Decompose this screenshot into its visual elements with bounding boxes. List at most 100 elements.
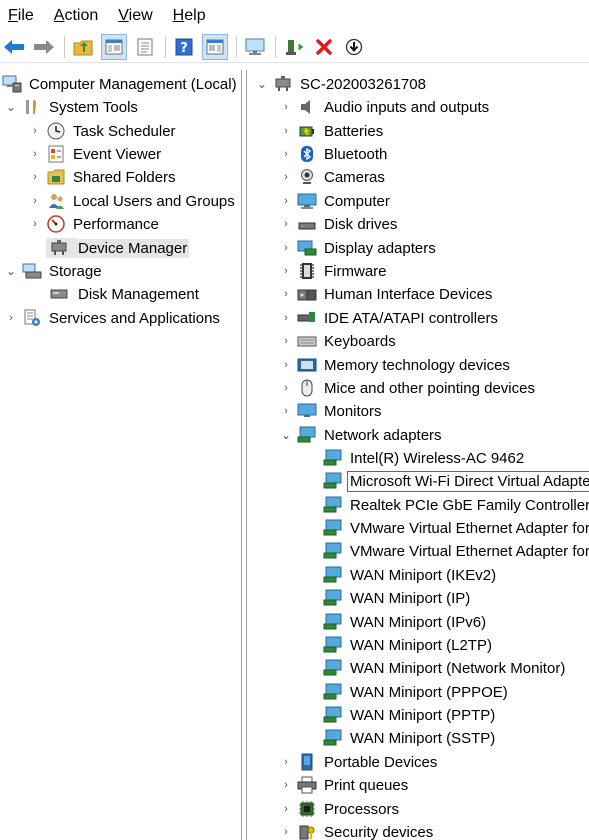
- tree-item-services-applications[interactable]: › Services and Applications: [4, 307, 222, 329]
- tree-item-category[interactable]: › IDE ATA/ATAPI controllers: [279, 307, 500, 329]
- tree-item-disk-management[interactable]: Disk Management: [46, 283, 201, 305]
- tree-item-adapter[interactable]: VMware Virtual Ethernet Adapter for VMne…: [323, 540, 589, 562]
- toolbar: ?: [0, 32, 589, 63]
- menu-file[interactable]: File: [8, 7, 34, 25]
- scan-hardware-icon[interactable]: [243, 35, 267, 59]
- tree-item-category[interactable]: › Processors: [279, 798, 401, 820]
- chevron-down-icon[interactable]: ⌄: [4, 264, 18, 278]
- chevron-down-icon[interactable]: ⌄: [279, 428, 293, 442]
- chevron-right-icon[interactable]: ›: [279, 803, 293, 815]
- tree-item-adapter[interactable]: WAN Miniport (L2TP): [323, 634, 494, 656]
- tree-item-adapter[interactable]: WAN Miniport (IKEv2): [323, 564, 498, 586]
- up-folder-icon[interactable]: [71, 35, 95, 59]
- chevron-down-icon[interactable]: ⌄: [4, 100, 18, 114]
- chevron-right-icon[interactable]: ›: [28, 125, 42, 137]
- tree-label: SC-202003261708: [300, 75, 426, 93]
- tree-item-adapter-selected[interactable]: Microsoft Wi-Fi Direct Virtual Adapter: [323, 470, 589, 492]
- update-driver-icon[interactable]: [282, 35, 306, 59]
- tree-item-performance[interactable]: › Performance: [28, 213, 161, 235]
- camera-icon: [297, 167, 317, 187]
- tree-item-category[interactable]: › Bluetooth: [279, 143, 389, 165]
- tree-item-adapter[interactable]: WAN Miniport (SSTP): [323, 727, 497, 749]
- properties-icon[interactable]: [133, 35, 157, 59]
- tree-item-shared-folders[interactable]: › Shared Folders: [28, 166, 178, 188]
- tree-item-category[interactable]: › Display adapters: [279, 237, 438, 259]
- tree-item-device-manager[interactable]: Device Manager: [46, 237, 190, 259]
- show-hide-tree-icon[interactable]: [101, 34, 127, 60]
- menu-action[interactable]: Action: [54, 7, 98, 25]
- tree-item-adapter[interactable]: WAN Miniport (PPPOE): [323, 681, 510, 703]
- forward-arrow-icon[interactable]: [32, 35, 56, 59]
- chevron-right-icon[interactable]: ›: [28, 171, 42, 183]
- chevron-right-icon[interactable]: ›: [279, 242, 293, 254]
- tree-item-category[interactable]: › Human Interface Devices: [279, 283, 494, 305]
- tree-item-task-scheduler[interactable]: › Task Scheduler: [28, 120, 178, 142]
- chevron-right-icon[interactable]: ›: [279, 335, 293, 347]
- network-adapter-icon: [323, 728, 343, 748]
- menu-view[interactable]: View: [118, 7, 152, 25]
- tree-item-network-adapters[interactable]: ⌄ Network adapters: [279, 424, 444, 446]
- menu-action-accel: A: [53, 7, 65, 24]
- menu-help-rest: elp: [184, 7, 206, 24]
- chevron-right-icon[interactable]: ›: [279, 195, 293, 207]
- tree-item-computer-management[interactable]: Computer Management (Local): [2, 73, 239, 95]
- enable-device-icon[interactable]: [342, 35, 366, 59]
- tree-item-category[interactable]: › Monitors: [279, 400, 384, 422]
- tree-item-event-viewer[interactable]: › Event Viewer: [28, 143, 163, 165]
- tree-item-category[interactable]: › Disk drives: [279, 213, 399, 235]
- action-pane-icon[interactable]: [202, 34, 228, 60]
- chevron-right-icon[interactable]: ›: [279, 312, 293, 324]
- chevron-right-icon[interactable]: ›: [279, 288, 293, 300]
- chevron-right-icon[interactable]: ›: [279, 405, 293, 417]
- chevron-right-icon[interactable]: ›: [279, 382, 293, 394]
- chevron-right-icon[interactable]: ›: [4, 312, 18, 324]
- disk-drive-icon: [297, 214, 317, 234]
- network-adapter-icon: [323, 658, 343, 678]
- chevron-right-icon[interactable]: ›: [279, 826, 293, 838]
- tree-item-adapter[interactable]: WAN Miniport (Network Monitor): [323, 657, 567, 679]
- chevron-right-icon[interactable]: ›: [28, 148, 42, 160]
- tree-item-category[interactable]: › Memory technology devices: [279, 354, 512, 376]
- tree-item-adapter[interactable]: VMware Virtual Ethernet Adapter for VMne…: [323, 517, 589, 539]
- tree-item-category[interactable]: › Cameras: [279, 166, 387, 188]
- chevron-right-icon[interactable]: ›: [28, 218, 42, 230]
- chevron-right-icon[interactable]: ›: [279, 125, 293, 137]
- chevron-right-icon[interactable]: ›: [279, 265, 293, 277]
- menu-help[interactable]: Help: [173, 7, 206, 25]
- tree-item-category[interactable]: › Firmware: [279, 260, 389, 282]
- tree-item-category[interactable]: › Audio inputs and outputs: [279, 96, 491, 118]
- tree-item-storage[interactable]: ⌄ Storage: [4, 260, 104, 282]
- chevron-down-icon[interactable]: ⌄: [255, 77, 269, 91]
- tree-item-local-users-groups[interactable]: › Local Users and Groups: [28, 190, 237, 212]
- help-icon[interactable]: ?: [172, 35, 196, 59]
- tree-item-adapter[interactable]: Realtek PCIe GbE Family Controller: [323, 494, 589, 516]
- tree-item-category[interactable]: › Print queues: [279, 774, 410, 796]
- back-arrow-icon[interactable]: [2, 35, 26, 59]
- chevron-right-icon[interactable]: ›: [279, 779, 293, 791]
- tree-item-category[interactable]: › Mice and other pointing devices: [279, 377, 537, 399]
- chevron-right-icon[interactable]: ›: [279, 218, 293, 230]
- wrench-tools-icon: [22, 97, 42, 117]
- tree-item-adapter[interactable]: Intel(R) Wireless-AC 9462: [323, 447, 526, 469]
- tree-item-adapter[interactable]: WAN Miniport (PPTP): [323, 704, 497, 726]
- chevron-right-icon[interactable]: ›: [28, 195, 42, 207]
- chevron-right-icon[interactable]: ›: [279, 359, 293, 371]
- tree-item-category[interactable]: › Batteries: [279, 120, 385, 142]
- chevron-right-icon[interactable]: ›: [279, 101, 293, 113]
- tree-item-system-tools[interactable]: ⌄ System Tools: [4, 96, 140, 118]
- tree-item-category[interactable]: › Portable Devices: [279, 751, 439, 773]
- chevron-right-icon[interactable]: ›: [279, 171, 293, 183]
- chevron-right-icon[interactable]: ›: [279, 756, 293, 768]
- tree-label: Print queues: [324, 776, 409, 794]
- chevron-right-icon[interactable]: ›: [279, 148, 293, 160]
- tree-item-category[interactable]: › Keyboards: [279, 330, 398, 352]
- tree-item-category[interactable]: › Security devices: [279, 821, 435, 840]
- tree-item-adapter[interactable]: WAN Miniport (IP): [323, 587, 472, 609]
- tree-item-computer-root[interactable]: ⌄ SC-202003261708: [255, 73, 428, 95]
- tree-item-adapter[interactable]: WAN Miniport (IPv6): [323, 611, 488, 633]
- tree-label: WAN Miniport (IKEv2): [350, 566, 497, 584]
- device-manager-icon: [46, 238, 76, 258]
- uninstall-x-icon[interactable]: [312, 35, 336, 59]
- tree-item-category[interactable]: › Computer: [279, 190, 392, 212]
- network-adapter-icon: [323, 682, 343, 702]
